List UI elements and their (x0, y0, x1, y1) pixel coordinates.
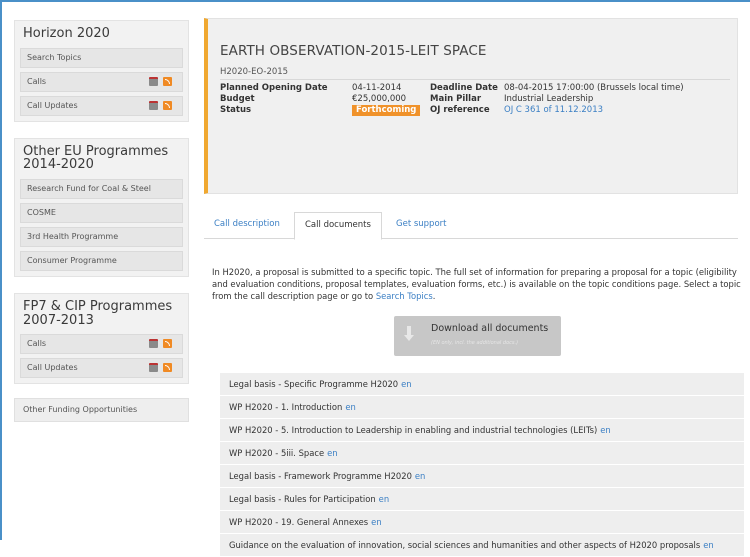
main-pillar-label: Main Pillar (430, 94, 482, 104)
list-item: WP H2020 - 5. Introduction to Leadership… (220, 419, 744, 442)
sidebar-item-label: Calls (27, 339, 47, 349)
document-title: Guidance on the evaluation of innovation… (229, 540, 701, 550)
document-language-link[interactable]: en (345, 402, 355, 412)
rss-feed-icon[interactable] (163, 76, 172, 86)
call-meta-values-right: 08-04-2015 17:00:00 (Brussels local time… (504, 83, 684, 116)
sidebar-item-label: Call Updates (27, 100, 78, 110)
sidebar-item-calls[interactable]: Calls (20, 71, 183, 92)
document-title: WP H2020 - 5iii. Space (229, 448, 325, 458)
list-item: Legal basis - Framework Programme H2020 e… (220, 465, 744, 488)
document-language-link[interactable]: en (703, 540, 713, 550)
oj-reference-link[interactable]: OJ C 361 of 11.12.2013 (504, 105, 684, 116)
planned-opening-value: 04-11-2014 (352, 83, 402, 93)
calendar-icon[interactable] (149, 339, 158, 349)
sidebar-item-label: Calls (27, 76, 47, 86)
sidebar-section-fp7-cip: FP7 & CIP Programmes 2007-2013 Calls Cal… (14, 292, 189, 385)
document-language-link[interactable]: en (371, 517, 381, 527)
list-item: Legal basis - Rules for Participation en (220, 488, 744, 511)
document-title: WP H2020 - 19. General Annexes (229, 517, 369, 527)
call-header: EARTH OBSERVATION-2015-LEIT SPACE H2020-… (204, 18, 738, 194)
status-badge: Forthcoming (352, 105, 421, 116)
calendar-icon[interactable] (149, 76, 158, 86)
page-title: EARTH OBSERVATION-2015-LEIT SPACE (220, 43, 487, 59)
download-button-label: Download all documents (431, 323, 549, 334)
tab-call-documents[interactable]: Call documents (294, 212, 382, 240)
sidebar-item-fp7-call-updates[interactable]: Call Updates (20, 358, 183, 379)
sidebar: Horizon 2020 Search Topics Calls Call Up… (14, 20, 189, 423)
rss-feed-icon[interactable] (163, 339, 172, 349)
document-language-link[interactable]: en (327, 448, 337, 458)
sidebar-section-other-eu-programmes: Other EU Programmes 2014-2020 Research F… (14, 137, 189, 277)
sidebar-item-label: Call Updates (27, 363, 78, 373)
sidebar-item-research-fund-coal-steel[interactable]: Research Fund for Coal & Steel (20, 178, 183, 199)
sidebar-section-title-line: 2014-2020 (23, 157, 94, 173)
budget-label: Budget (220, 94, 255, 104)
sidebar-item-3rd-health-programme[interactable]: 3rd Health Programme (20, 226, 183, 247)
deadline-value: 08-04-2015 17:00:00 (Brussels local time… (504, 83, 684, 93)
status-label: Status (220, 105, 252, 115)
document-language-link[interactable]: en (415, 471, 425, 481)
sidebar-section-title-line: Other EU Programmes (23, 143, 169, 159)
divider (220, 79, 730, 80)
document-title: WP H2020 - 1. Introduction (229, 402, 343, 412)
budget-value: €25,000,000 (352, 94, 407, 104)
download-button-sublabel: (EN only, incl. the additional docs.) (431, 340, 519, 346)
call-meta-values-left: 04-11-2014 €25,000,000 Forthcoming (352, 83, 421, 116)
planned-opening-label: Planned Opening Date (220, 83, 328, 93)
search-topics-link[interactable]: Search Topics (376, 291, 433, 301)
document-language-link[interactable]: en (379, 494, 389, 504)
window-left-border (0, 0, 2, 540)
tab-get-support[interactable]: Get support (386, 212, 457, 239)
list-item: WP H2020 - 1. Introduction en (220, 396, 744, 419)
list-item: WP H2020 - 19. General Annexes en (220, 511, 744, 534)
rss-feed-icon[interactable] (163, 363, 172, 373)
sidebar-section-horizon2020: Horizon 2020 Search Topics Calls Call Up… (14, 20, 189, 122)
document-title: Legal basis - Framework Programme H2020 (229, 471, 412, 481)
sidebar-item-fp7-calls[interactable]: Calls (20, 334, 183, 355)
sidebar-item-call-updates[interactable]: Call Updates (20, 95, 183, 116)
calendar-icon[interactable] (149, 100, 158, 110)
sidebar-item-cosme[interactable]: COSME (20, 202, 183, 223)
download-icon (402, 326, 416, 344)
document-title: Legal basis - Specific Programme H2020 (229, 379, 399, 389)
documents-list: Legal basis - Specific Programme H2020 en… (220, 373, 744, 557)
sidebar-item-other-funding-opportunities[interactable]: Other Funding Opportunities (14, 398, 189, 423)
sidebar-section-title: FP7 & CIP Programmes 2007-2013 (20, 300, 183, 330)
window-top-border (0, 0, 750, 2)
sidebar-item-search-topics[interactable]: Search Topics (20, 47, 183, 68)
deadline-label: Deadline Date (430, 83, 498, 93)
document-language-link[interactable]: en (401, 379, 411, 389)
document-title: WP H2020 - 5. Introduction to Leadership… (229, 425, 598, 435)
sidebar-section-title: Other EU Programmes 2014-2020 (20, 143, 183, 175)
intro-paragraph: In H2020, a proposal is submitted to a s… (212, 266, 742, 302)
call-meta-labels-left: Planned Opening Date Budget Status (220, 83, 328, 116)
oj-reference-label: OJ reference (430, 105, 490, 115)
document-title: Legal basis - Rules for Participation (229, 494, 376, 504)
sidebar-item-consumer-programme[interactable]: Consumer Programme (20, 250, 183, 271)
list-item: Guidance on the evaluation of innovation… (220, 534, 744, 557)
list-item: Legal basis - Specific Programme H2020 en (220, 373, 744, 396)
call-identifier: H2020-EO-2015 (220, 67, 289, 77)
main-pillar-value: Industrial Leadership (504, 94, 594, 104)
sidebar-section-title: Horizon 2020 (23, 26, 110, 41)
calendar-icon[interactable] (149, 363, 158, 373)
sidebar-section-title-line: FP7 & CIP Programmes (23, 298, 173, 314)
list-item: WP H2020 - 5iii. Space en (220, 442, 744, 465)
rss-feed-icon[interactable] (163, 100, 172, 110)
call-meta-labels-right: Deadline Date Main Pillar OJ reference (430, 83, 498, 116)
tab-call-description[interactable]: Call description (204, 212, 290, 239)
tab-bar: Call description Call documents Get supp… (204, 212, 738, 240)
download-all-button[interactable]: Download all documents (EN only, incl. t… (394, 316, 561, 356)
document-language-link[interactable]: en (600, 425, 610, 435)
intro-text-end: . (432, 291, 436, 301)
sidebar-section-title-line: 2007-2013 (23, 312, 94, 328)
intro-text: In H2020, a proposal is submitted to a s… (212, 267, 741, 301)
